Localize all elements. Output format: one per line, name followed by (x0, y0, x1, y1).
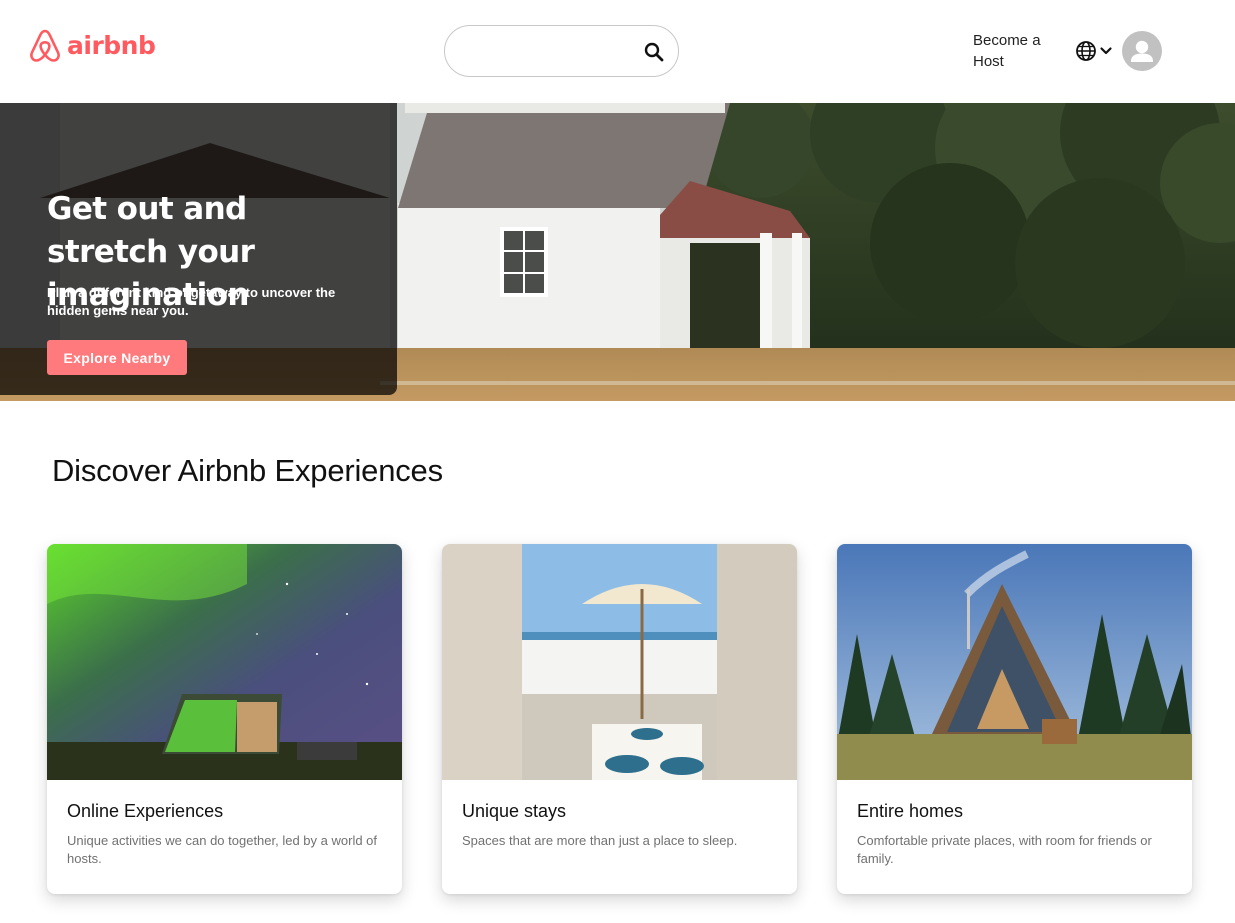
header: airbnb Become a Host (0, 0, 1235, 103)
seaside-terrace-image (442, 544, 797, 780)
a-frame-cabin-image (837, 544, 1192, 780)
northern-lights-cabin-image (47, 544, 402, 780)
brand-name: airbnb (67, 30, 156, 60)
search-icon[interactable] (643, 41, 665, 63)
chevron-down-icon (1100, 47, 1112, 55)
explore-nearby-button[interactable]: Explore Nearby (47, 340, 187, 375)
become-host-link[interactable]: Become a Host (973, 30, 1053, 72)
card-description: Unique activities we can do together, le… (67, 833, 378, 866)
card-title: Online Experiences (67, 801, 224, 821)
card-title: Entire homes (857, 801, 964, 821)
language-selector[interactable] (1075, 40, 1113, 62)
airbnb-logo[interactable]: airbnb (27, 26, 156, 64)
hero-subtitle: Plan a different kind of getaway to unco… (47, 285, 336, 318)
hero-overlay-panel: Get out and stretch your imagination Pla… (0, 103, 397, 395)
experience-card-unique-stays[interactable]: Unique stays Spaces that are more than j… (442, 544, 797, 894)
experience-card-online[interactable]: Online Experiences Unique activities we … (47, 544, 402, 894)
card-title: Unique stays (462, 801, 567, 821)
card-description: Comfortable private places, with room fo… (857, 833, 1152, 866)
search-input[interactable] (463, 40, 633, 64)
card-description: Spaces that are more than just a place t… (462, 833, 738, 848)
hero-banner: Get out and stretch your imagination Pla… (0, 103, 1235, 401)
person-icon (1131, 40, 1153, 62)
airbnb-logo-icon (30, 29, 60, 62)
section-title: Discover Airbnb Experiences (52, 453, 443, 488)
globe-icon (1076, 41, 1096, 61)
search-bar[interactable] (444, 25, 679, 77)
user-avatar-icon[interactable] (1122, 31, 1162, 71)
experience-card-entire-homes[interactable]: Entire homes Comfortable private places,… (837, 544, 1192, 894)
